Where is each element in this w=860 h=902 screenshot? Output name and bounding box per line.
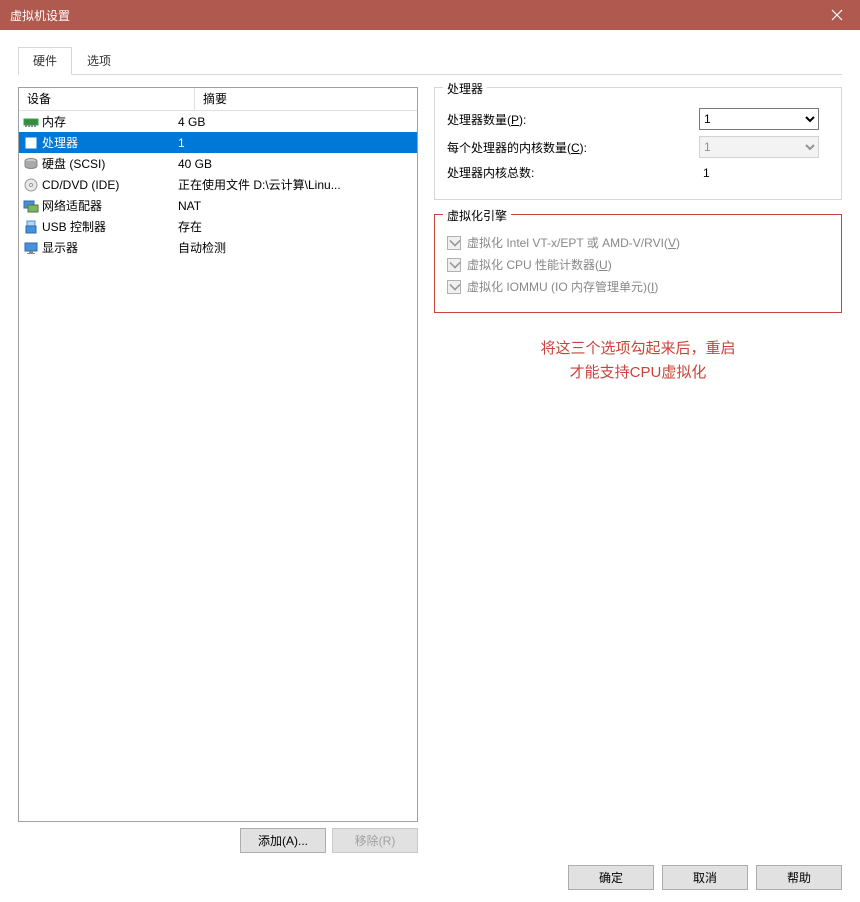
device-row[interactable]: 显示器 自动检测: [19, 237, 417, 258]
device-name: USB 控制器: [42, 218, 106, 235]
title-bar: 虚拟机设置: [0, 0, 860, 30]
device-name: 处理器: [42, 134, 78, 151]
memory-icon: [23, 114, 39, 130]
device-summary: 自动检测: [178, 239, 417, 256]
display-icon: [23, 240, 39, 256]
device-name: 显示器: [42, 239, 78, 256]
device-summary: 1: [178, 136, 417, 150]
col-device: 设备: [19, 88, 195, 110]
tab-options[interactable]: 选项: [72, 47, 126, 75]
ok-button[interactable]: 确定: [568, 865, 654, 890]
device-name: 硬盘 (SCSI): [42, 155, 105, 172]
device-list-header: 设备 摘要: [19, 88, 417, 111]
col-summary: 摘要: [195, 88, 417, 110]
proc-count-label: 处理器数量(P):: [447, 111, 699, 128]
device-summary: 存在: [178, 218, 417, 235]
checkbox-icon: [447, 236, 461, 250]
device-summary: 正在使用文件 D:\云计算\Linu...: [178, 176, 417, 193]
virtualization-group: 虚拟化引擎 虚拟化 Intel VT-x/EPT 或 AMD-V/RVI(V) …: [434, 214, 842, 313]
processor-group-title: 处理器: [443, 80, 487, 97]
proc-total-value: 1: [699, 166, 829, 180]
proc-cores-select: 1: [699, 136, 819, 158]
checkbox-icon: [447, 280, 461, 294]
device-row[interactable]: 网络适配器 NAT: [19, 195, 417, 216]
tab-hardware[interactable]: 硬件: [18, 47, 72, 75]
device-summary: NAT: [178, 199, 417, 213]
usb-icon: [23, 219, 39, 235]
cd-icon: [23, 177, 39, 193]
proc-total-label: 处理器内核总数:: [447, 164, 699, 181]
cpu-icon: [23, 135, 39, 151]
device-summary: 4 GB: [178, 115, 417, 129]
virt-iommu-checkbox[interactable]: 虚拟化 IOMMU (IO 内存管理单元)(I): [447, 278, 829, 295]
virt-cpu-perf-checkbox[interactable]: 虚拟化 CPU 性能计数器(U): [447, 256, 829, 273]
device-row[interactable]: USB 控制器 存在: [19, 216, 417, 237]
tab-row: 硬件 选项: [18, 46, 842, 75]
device-list[interactable]: 设备 摘要 内存 4 GB 处理器 1 硬盘 (SCSI) 40 GB CD/DVD (ID…: [18, 87, 418, 822]
close-icon: [831, 9, 843, 21]
device-row[interactable]: CD/DVD (IDE) 正在使用文件 D:\云计算\Linu...: [19, 174, 417, 195]
processor-group: 处理器 处理器数量(P): 1 每个处理器的内核数量(C):: [434, 87, 842, 200]
help-button[interactable]: 帮助: [756, 865, 842, 890]
device-name: CD/DVD (IDE): [42, 178, 119, 192]
proc-cores-label: 每个处理器的内核数量(C):: [447, 139, 699, 156]
proc-count-select[interactable]: 1: [699, 108, 819, 130]
remove-button: 移除(R): [332, 828, 418, 853]
device-name: 网络适配器: [42, 197, 102, 214]
checkbox-icon: [447, 258, 461, 272]
device-name: 内存: [42, 113, 66, 130]
device-row[interactable]: 内存 4 GB: [19, 111, 417, 132]
virt-vtx-checkbox[interactable]: 虚拟化 Intel VT-x/EPT 或 AMD-V/RVI(V): [447, 234, 829, 251]
close-button[interactable]: [814, 0, 860, 30]
cancel-button[interactable]: 取消: [662, 865, 748, 890]
device-row[interactable]: 处理器 1: [19, 132, 417, 153]
add-button[interactable]: 添加(A)...: [240, 828, 326, 853]
window-title: 虚拟机设置: [10, 7, 70, 24]
net-icon: [23, 198, 39, 214]
device-summary: 40 GB: [178, 157, 417, 171]
device-row[interactable]: 硬盘 (SCSI) 40 GB: [19, 153, 417, 174]
disk-icon: [23, 156, 39, 172]
virtualization-group-title: 虚拟化引擎: [443, 207, 511, 224]
annotation-text: 将这三个选项勾起来后，重启 才能支持CPU虚拟化: [434, 337, 842, 385]
